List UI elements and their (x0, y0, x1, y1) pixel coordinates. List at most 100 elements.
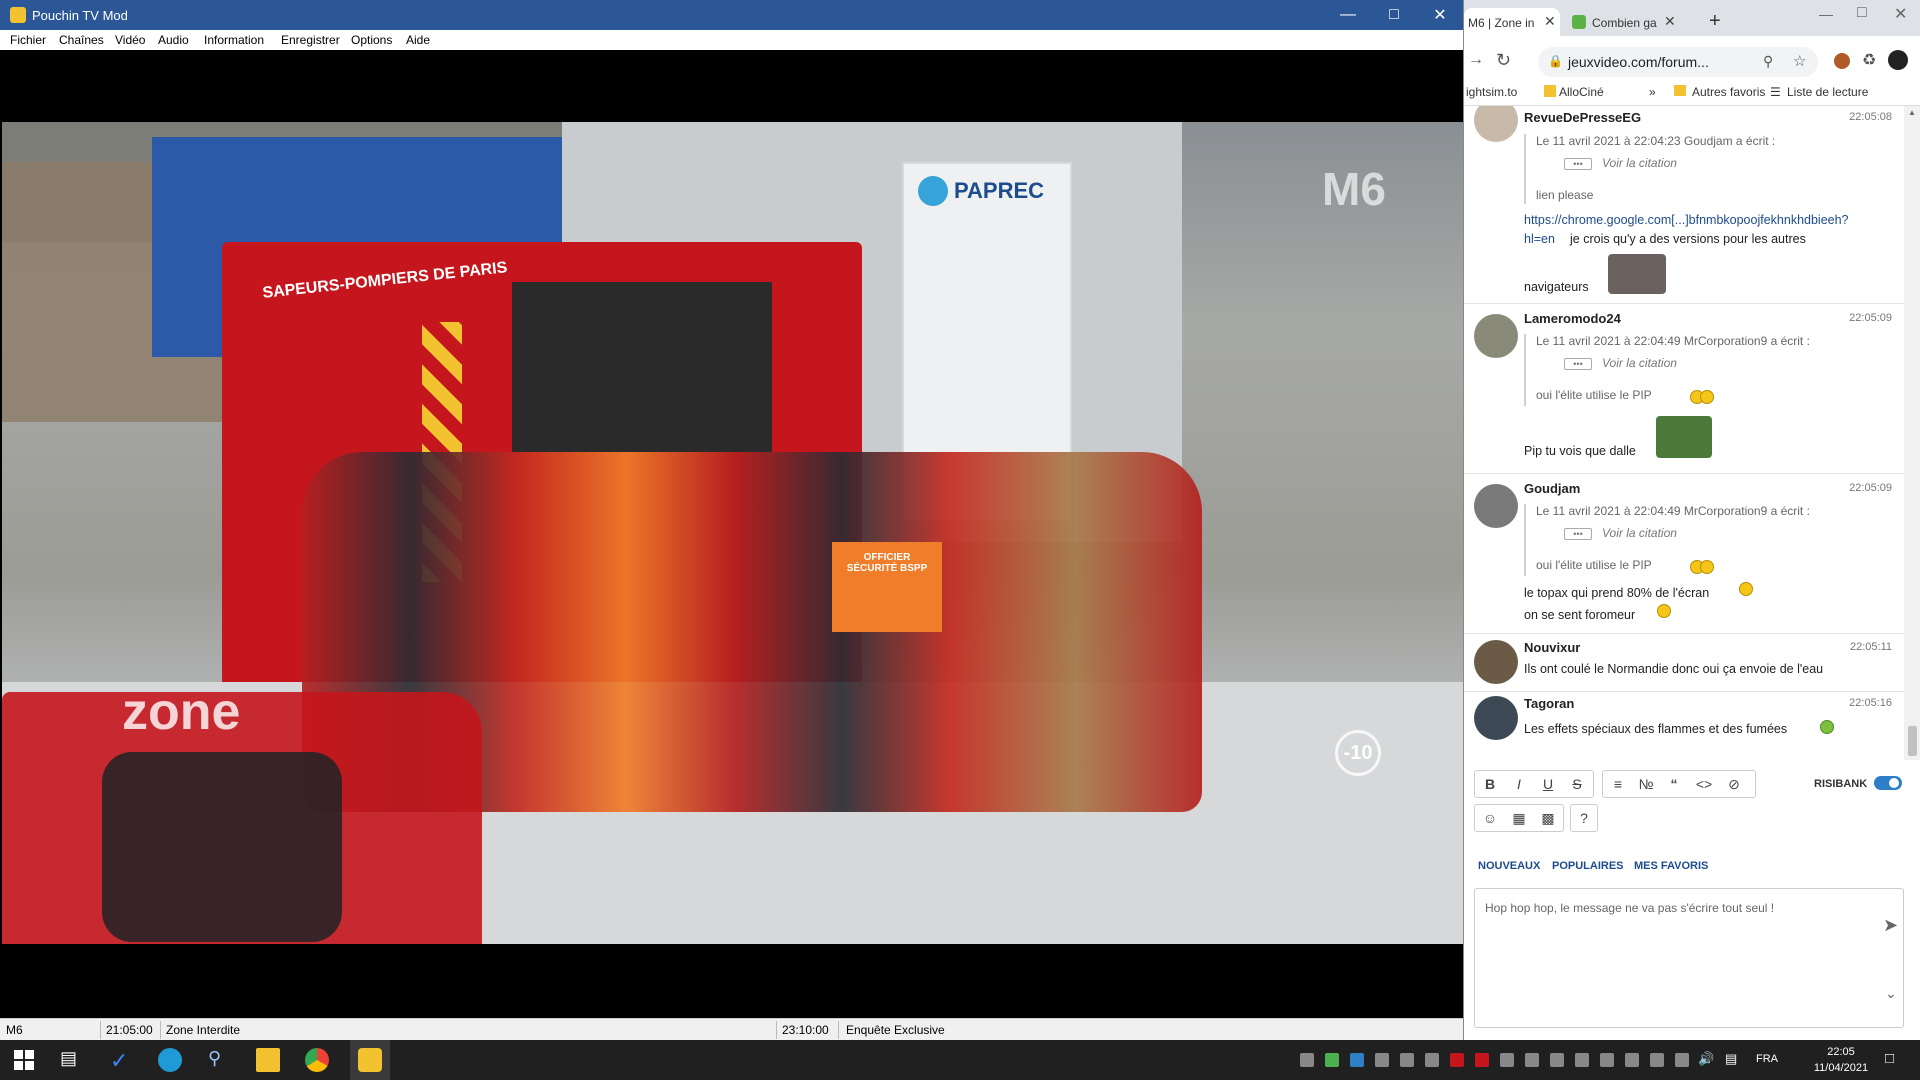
numbered-list-icon[interactable]: № (1635, 773, 1657, 795)
todo-icon[interactable]: ✓ (110, 1048, 134, 1073)
post-author[interactable]: RevueDePresseEG (1524, 110, 1641, 125)
menu-aide[interactable]: Aide (406, 33, 430, 47)
sticker-image[interactable] (1656, 416, 1712, 458)
menu-fichier[interactable]: Fichier (10, 33, 46, 47)
avatar[interactable] (1474, 106, 1518, 142)
language-indicator[interactable]: FRA (1756, 1053, 1778, 1065)
tray-icon[interactable] (1450, 1053, 1464, 1067)
post-time[interactable]: 22:05:08 (1849, 111, 1892, 123)
windows-start-icon[interactable] (12, 1048, 36, 1072)
bluetooth-icon[interactable] (1350, 1053, 1364, 1067)
extension-icon[interactable] (1834, 53, 1850, 69)
pouchin-tv-icon[interactable] (358, 1048, 382, 1072)
tray-icon[interactable] (1375, 1053, 1389, 1067)
avatar[interactable] (1474, 314, 1518, 358)
puzzle-icon[interactable]: ♻ (1862, 50, 1876, 70)
quote-view-link[interactable]: Voir la citation (1602, 156, 1677, 170)
address-bar[interactable]: 🔒 jeuxvideo.com/forum... ⚲ ☆ (1538, 47, 1818, 77)
strikethrough-icon[interactable]: S (1566, 773, 1588, 795)
post-time[interactable]: 22:05:11 (1850, 641, 1892, 653)
zoom-icon[interactable]: ⚲ (1763, 53, 1773, 70)
menu-audio[interactable]: Audio (158, 33, 189, 47)
reload-icon[interactable]: ↻ (1496, 50, 1511, 71)
menu-video[interactable]: Vidéo (115, 33, 145, 47)
video-icon[interactable]: ▩ (1537, 807, 1559, 829)
quote-icon[interactable]: “ (1663, 773, 1685, 795)
post-time[interactable]: 22:05:09 (1849, 312, 1892, 324)
tray-icon[interactable] (1500, 1053, 1514, 1067)
task-view-icon[interactable]: ▤ (60, 1048, 84, 1072)
tab-m6-zone[interactable]: M6 | Zone in ✕ (1464, 8, 1560, 36)
close-button[interactable]: ✕ (1894, 4, 1907, 24)
tray-icon[interactable] (1300, 1053, 1314, 1067)
bookmark-lightsim[interactable]: ightsim.to (1466, 85, 1517, 99)
scroll-up-icon[interactable]: ▲ (1908, 108, 1916, 117)
post-link[interactable]: https://chrome.google.com[...]bfnmbkopoo… (1524, 213, 1849, 227)
chevron-down-icon[interactable]: ⌄ (1885, 985, 1897, 1002)
tray-icon[interactable] (1650, 1053, 1664, 1067)
bullet-list-icon[interactable]: ≡ (1607, 773, 1629, 795)
tv-titlebar[interactable]: Pouchin TV Mod — □ ✕ (0, 0, 1463, 30)
bold-icon[interactable]: B (1479, 773, 1501, 795)
minimize-button[interactable]: — (1819, 6, 1833, 22)
smiley-picker-icon[interactable]: ☺ (1479, 807, 1501, 829)
menu-enregistrer[interactable]: Enregistrer (281, 33, 340, 47)
tab-close-icon[interactable]: ✕ (1664, 13, 1676, 30)
bookmark-autres-favoris[interactable]: Autres favoris (1692, 85, 1765, 99)
tab-populaires[interactable]: POPULAIRES (1552, 860, 1624, 872)
help-icon[interactable]: ? (1573, 807, 1595, 829)
italic-icon[interactable]: I (1508, 773, 1530, 795)
message-textarea[interactable]: Hop hop hop, le message ne va pas s'écri… (1474, 888, 1904, 1028)
tray-icon[interactable] (1325, 1053, 1339, 1067)
network-icon[interactable]: ▤ (1725, 1051, 1737, 1067)
minimize-button[interactable]: — (1325, 0, 1371, 30)
tray-icon[interactable] (1525, 1053, 1539, 1067)
post-author[interactable]: Tagoran (1524, 696, 1574, 711)
post-author[interactable]: Nouvixur (1524, 640, 1580, 655)
menu-chaines[interactable]: Chaînes (59, 33, 104, 47)
post-author[interactable]: Lameromodo24 (1524, 311, 1621, 326)
forward-icon[interactable]: → (1468, 51, 1484, 69)
avatar[interactable] (1474, 484, 1518, 528)
search-icon[interactable]: ⚲ (208, 1048, 232, 1072)
bookmarks-overflow[interactable]: » (1649, 85, 1656, 99)
notification-icon[interactable]: □ (1885, 1050, 1894, 1067)
post-time[interactable]: 22:05:16 (1849, 697, 1892, 709)
quote-expand-button[interactable]: ••• (1564, 158, 1592, 170)
tab-combien[interactable]: Combien ga ✕ (1564, 8, 1684, 36)
post-time[interactable]: 22:05:09 (1849, 482, 1892, 494)
video-area[interactable]: PAPREC SAPEURS-POMPIERS DE PARIS OFFICIE… (2, 50, 1463, 1018)
tray-icon[interactable] (1625, 1053, 1639, 1067)
quote-view-link[interactable]: Voir la citation (1602, 356, 1677, 370)
profile-avatar[interactable] (1888, 50, 1908, 70)
menu-icon[interactable]: ⋮ (1914, 50, 1920, 70)
volume-icon[interactable]: 🔊 (1698, 1051, 1714, 1067)
menu-information[interactable]: Information (204, 33, 264, 47)
image-icon[interactable]: ▦ (1508, 807, 1530, 829)
edge-icon[interactable] (158, 1048, 182, 1072)
maximize-button[interactable]: □ (1857, 4, 1867, 22)
bookmark-reading-list[interactable]: Liste de lecture (1787, 85, 1868, 99)
star-icon[interactable]: ☆ (1793, 52, 1806, 70)
quote-view-link[interactable]: Voir la citation (1602, 526, 1677, 540)
underline-icon[interactable]: U (1537, 773, 1559, 795)
maximize-button[interactable]: □ (1371, 0, 1417, 30)
code-icon[interactable]: <> (1693, 773, 1715, 795)
tray-icon[interactable] (1475, 1053, 1489, 1067)
clock[interactable]: 22:05 11/04/2021 (1810, 1044, 1872, 1076)
spoiler-icon[interactable]: ⊘ (1723, 773, 1745, 795)
tab-nouveaux[interactable]: NOUVEAUX (1478, 860, 1540, 872)
avatar[interactable] (1474, 696, 1518, 740)
menu-options[interactable]: Options (351, 33, 392, 47)
new-tab-button[interactable]: + (1709, 10, 1721, 33)
tray-icon[interactable] (1400, 1053, 1414, 1067)
bookmark-allocine[interactable]: AlloCiné (1559, 85, 1604, 99)
post-author[interactable]: Goudjam (1524, 481, 1580, 496)
scroll-thumb[interactable] (1908, 726, 1917, 756)
sticker-image[interactable] (1608, 254, 1666, 294)
chrome-icon[interactable] (305, 1048, 329, 1072)
close-button[interactable]: ✕ (1417, 0, 1463, 30)
forum-scrollbar[interactable]: ▲ (1904, 106, 1920, 760)
post-link-tail[interactable]: hl=en (1524, 232, 1555, 246)
tab-close-icon[interactable]: ✕ (1544, 13, 1556, 30)
